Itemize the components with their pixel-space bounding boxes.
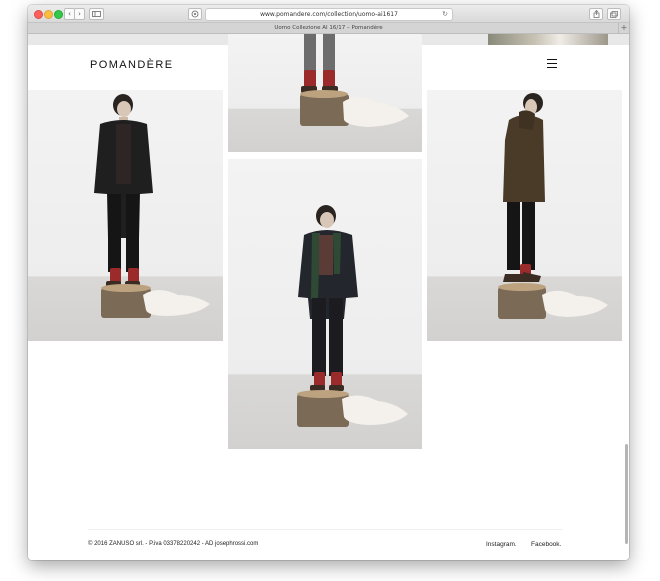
new-tab-button[interactable]: + (618, 23, 629, 33)
tabs-overview-button[interactable] (607, 8, 621, 20)
close-window-button[interactable] (34, 10, 43, 19)
site-logo[interactable]: POMANDÈRE (90, 59, 174, 71)
model-green-scarf-figure (297, 205, 408, 427)
tab-bar: Uomo Collezione AI 16/17 – Pomandère + (28, 23, 629, 34)
share-icon (593, 10, 599, 18)
facebook-link[interactable]: Facebook. (531, 541, 561, 548)
reader-icon (191, 10, 199, 18)
hamburger-icon[interactable] (547, 59, 557, 68)
url-text: www.pomandere.com/collection/uomo-ai1617 (260, 11, 398, 18)
sidebar-icon (92, 11, 101, 17)
copyright-text: © 2016 ZANUSO srl. - P.iva 03378220242 -… (88, 541, 259, 547)
previous-photo-fragment (488, 34, 608, 45)
photo-center-top[interactable] (228, 34, 422, 152)
photo-center[interactable] (228, 159, 422, 449)
sidebar-toggle-button[interactable] (89, 8, 104, 20)
share-button[interactable] (589, 8, 603, 20)
model-brown-parka-figure (498, 93, 608, 319)
zoom-window-button[interactable] (54, 10, 63, 19)
footer-divider (88, 529, 562, 530)
vertical-scrollbar[interactable] (625, 444, 628, 544)
model-red-boots-crop-figure (300, 34, 409, 127)
reload-icon[interactable]: ↻ (442, 9, 448, 20)
tab-title[interactable]: Uomo Collezione AI 16/17 – Pomandère (274, 25, 382, 31)
browser-window: ‹ › www.pomandere.com/collection/uomo-ai… (28, 5, 629, 560)
photo-right[interactable] (427, 90, 622, 341)
address-bar[interactable]: www.pomandere.com/collection/uomo-ai1617… (205, 8, 453, 21)
tabs-icon (610, 10, 618, 18)
photo-left[interactable] (28, 90, 223, 341)
page-viewport: POMANDÈRE © 2016 ZANUSO srl. - P.iva 033… (28, 34, 629, 560)
minimize-window-button[interactable] (44, 10, 53, 19)
instagram-link[interactable]: Instagram. (486, 541, 517, 548)
reader-button[interactable] (188, 8, 202, 20)
browser-toolbar: ‹ › www.pomandere.com/collection/uomo-ai… (28, 5, 629, 23)
model-dark-coat-figure (94, 94, 210, 318)
forward-button[interactable]: › (74, 8, 85, 20)
